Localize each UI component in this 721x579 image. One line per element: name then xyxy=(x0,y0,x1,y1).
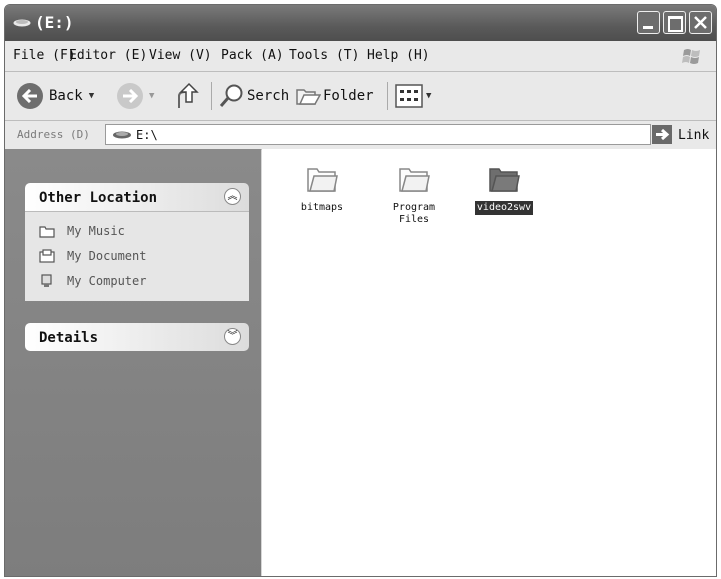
address-value: E:\ xyxy=(136,128,158,142)
menu-pack[interactable]: Pack (A) xyxy=(221,48,284,63)
folder-icon xyxy=(399,168,430,192)
up-folder-button[interactable] xyxy=(175,82,201,110)
sidebar-item-label: My Computer xyxy=(67,274,147,288)
back-dropdown-icon[interactable]: ▼ xyxy=(89,91,94,101)
folder-item-program-files[interactable]: Program Files xyxy=(374,163,454,227)
menu-view[interactable]: View (V) xyxy=(149,48,212,63)
sidebar-item-my-computer[interactable]: My Computer xyxy=(25,270,249,295)
toolbar-separator xyxy=(211,82,212,110)
file-list: bitmaps Program Files video2swv xyxy=(262,149,716,576)
window-title: (E:) xyxy=(35,13,74,32)
folders-label: Folder xyxy=(323,88,374,104)
sidebar-item-my-document[interactable]: My Document xyxy=(25,245,249,270)
task-pane: Other Location ︽ My Music My Document My… xyxy=(5,149,261,576)
menu-tools[interactable]: Tools (T) xyxy=(289,48,359,63)
explorer-window: (E:) File (F) Editor (E) View (V) Pack (… xyxy=(4,4,717,577)
folder-icon xyxy=(307,168,338,192)
back-arrow-icon xyxy=(17,83,43,109)
toolbar: Back ▼ ▼ Serch Folder ▼ xyxy=(5,72,716,121)
search-label: Serch xyxy=(247,88,290,104)
folder-item-video2swv[interactable]: video2swv xyxy=(464,163,544,215)
sidebar-item-label: My Music xyxy=(67,224,125,238)
close-icon xyxy=(694,16,707,29)
links-label[interactable]: Link xyxy=(678,128,709,143)
menu-bar: File (F) Editor (E) View (V) Pack (A) To… xyxy=(5,41,716,72)
folder-name: Program Files xyxy=(392,202,436,225)
up-folder-icon xyxy=(178,82,199,108)
title-bar[interactable]: (E:) xyxy=(5,5,716,41)
views-button[interactable]: ▼ xyxy=(395,83,431,109)
maximize-button[interactable] xyxy=(663,11,686,34)
menu-help[interactable]: Help (H) xyxy=(367,48,430,63)
sidebar-item-label: My Document xyxy=(67,249,147,263)
go-button[interactable] xyxy=(652,125,672,144)
other-location-title: Other Location xyxy=(39,190,158,206)
maximize-icon xyxy=(668,16,683,32)
menu-editor[interactable]: Editor (E) xyxy=(69,48,147,63)
folder-name: bitmaps xyxy=(300,202,344,213)
other-location-body: My Music My Document My Computer xyxy=(25,211,249,301)
drive-icon xyxy=(13,19,31,27)
back-label: Back xyxy=(49,88,83,104)
search-icon xyxy=(219,84,243,107)
address-input[interactable]: E:\ ▾ xyxy=(105,124,651,145)
folder-icon xyxy=(296,89,321,105)
folders-button[interactable]: Folder xyxy=(295,84,374,108)
folder-icon xyxy=(489,168,520,192)
collapse-button[interactable]: ︽ xyxy=(224,188,241,205)
address-label: Address (D) xyxy=(17,128,90,141)
go-arrow-icon xyxy=(656,128,670,141)
chevron-up-icon: ︽ xyxy=(227,191,238,202)
forward-dropdown-icon[interactable]: ▼ xyxy=(149,91,154,101)
back-button[interactable]: Back ▼ xyxy=(17,83,94,109)
forward-button[interactable]: ▼ xyxy=(117,83,154,109)
drive-icon xyxy=(113,131,131,139)
views-dropdown-icon[interactable]: ▼ xyxy=(426,91,431,101)
folder-item-bitmaps[interactable]: bitmaps xyxy=(282,163,362,215)
computer-icon xyxy=(41,274,52,287)
address-bar: Address (D) E:\ ▾ Link xyxy=(5,121,716,150)
document-icon xyxy=(39,249,55,263)
sidebar-item-my-music[interactable]: My Music xyxy=(25,220,249,245)
menu-file[interactable]: File (F) xyxy=(13,48,76,63)
folder-name: video2swv xyxy=(474,201,534,215)
forward-arrow-icon xyxy=(117,83,143,109)
expand-button[interactable]: ︾ xyxy=(224,328,241,345)
views-grid-icon xyxy=(395,84,423,108)
details-title: Details xyxy=(39,330,99,346)
minimize-icon xyxy=(643,26,653,29)
toolbar-separator xyxy=(387,82,388,110)
minimize-button[interactable] xyxy=(637,11,660,34)
close-button[interactable] xyxy=(689,11,712,34)
search-button[interactable]: Serch xyxy=(219,83,289,109)
folder-icon xyxy=(39,226,55,238)
details-header[interactable]: Details ︾ xyxy=(25,323,249,351)
other-location-panel: Other Location ︽ My Music My Document My… xyxy=(25,183,249,301)
other-location-header[interactable]: Other Location ︽ xyxy=(25,183,249,211)
details-panel: Details ︾ xyxy=(25,323,249,351)
windows-logo-icon xyxy=(682,49,700,64)
chevron-down-icon: ︾ xyxy=(227,331,238,342)
